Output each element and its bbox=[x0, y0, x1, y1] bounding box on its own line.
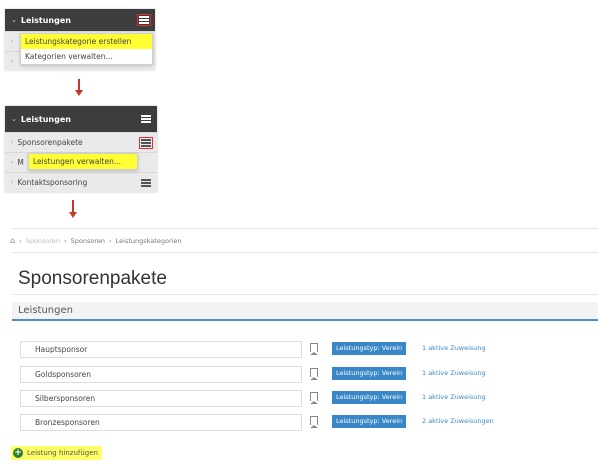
step2-header-title: Leistungen bbox=[20, 114, 71, 124]
breadcrumb-separator: › bbox=[19, 236, 22, 245]
step1-header: ⌄ Leistungen bbox=[5, 9, 155, 31]
bookmark-icon[interactable] bbox=[310, 392, 318, 404]
hamburger-menu-icon[interactable] bbox=[139, 136, 153, 149]
step1-header-title: Leistungen bbox=[20, 15, 71, 25]
step2-header: ⌄ Leistungen bbox=[5, 106, 157, 132]
breadcrumb-divider bbox=[12, 252, 598, 253]
home-icon[interactable]: ⌂ bbox=[10, 236, 15, 245]
service-name[interactable]: Goldsponsoren bbox=[20, 366, 302, 383]
chevron-right-icon: › bbox=[11, 179, 14, 186]
breadcrumb-item[interactable]: Sponsoren bbox=[71, 237, 105, 245]
menu-item-manage-services[interactable]: Leistungen verwalten... bbox=[29, 154, 137, 169]
service-type-badge[interactable]: Leistungstyp: Verein bbox=[332, 342, 407, 355]
chevron-down-icon: ⌄ bbox=[11, 16, 17, 24]
menu-item-create-category[interactable]: Leistungskategorie erstellen bbox=[21, 34, 152, 49]
add-service-label: Leistung hinzufügen bbox=[27, 449, 98, 457]
breadcrumb: ⌂ › Sponsoren › Sponsoren › Leistungskat… bbox=[10, 236, 182, 245]
page-title: Sponsorenpakete bbox=[18, 268, 167, 289]
step1-dropdown: Leistungskategorie erstellen Kategorien … bbox=[20, 33, 153, 65]
arrow-down-icon bbox=[69, 200, 77, 218]
assignment-link[interactable]: 2 aktive Zuweisungen bbox=[422, 415, 494, 428]
service-type-badge[interactable]: Leistungstyp: Verein bbox=[332, 391, 407, 404]
service-name[interactable]: Bronzesponsoren bbox=[20, 414, 302, 431]
breadcrumb-separator: › bbox=[109, 236, 112, 245]
service-row: Hauptsponsor Leistungstyp: Verein 1 akti… bbox=[20, 341, 598, 359]
hamburger-menu-icon[interactable] bbox=[141, 115, 151, 123]
top-divider bbox=[12, 228, 598, 229]
bookmark-icon[interactable] bbox=[310, 343, 318, 355]
service-row: Goldsponsoren Leistungstyp: Verein 1 akt… bbox=[20, 366, 598, 384]
service-row: Bronzesponsoren Leistungstyp: Verein 2 a… bbox=[20, 414, 598, 432]
chevron-right-icon: › bbox=[11, 38, 14, 45]
chevron-down-icon: ⌄ bbox=[11, 115, 17, 123]
bookmark-icon[interactable] bbox=[310, 368, 318, 380]
hamburger-menu-icon[interactable] bbox=[141, 178, 151, 187]
step2-dropdown: Leistungen verwalten... bbox=[28, 153, 138, 170]
assignment-link[interactable]: 1 aktive Zuweisung bbox=[422, 367, 486, 380]
bookmark-icon[interactable] bbox=[310, 416, 318, 428]
chevron-right-icon: › bbox=[11, 57, 14, 65]
breadcrumb-separator: › bbox=[64, 236, 67, 245]
category-row-sponsorenpakete[interactable]: › Sponsorenpakete bbox=[5, 132, 157, 152]
assignment-link[interactable]: 1 aktive Zuweisung bbox=[422, 342, 486, 355]
menu-item-manage-categories[interactable]: Kategorien verwalten... bbox=[21, 49, 152, 64]
category-label: Sponsorenpakete bbox=[17, 138, 83, 147]
breadcrumb-item[interactable]: Sponsoren bbox=[26, 237, 60, 245]
hamburger-menu-icon[interactable] bbox=[137, 14, 151, 26]
category-row-kontaktsponsoring[interactable]: › Kontaktsponsoring bbox=[5, 172, 157, 192]
service-row: Silbersponsoren Leistungstyp: Verein 1 a… bbox=[20, 390, 598, 408]
add-service-button[interactable]: + Leistung hinzufügen bbox=[11, 446, 102, 460]
title-divider bbox=[12, 294, 598, 295]
service-type-badge[interactable]: Leistungstyp: Verein bbox=[332, 415, 407, 428]
chevron-right-icon: › bbox=[11, 159, 14, 166]
service-name[interactable]: Hauptsponsor bbox=[20, 341, 302, 358]
breadcrumb-item: Leistungskategorien bbox=[115, 236, 182, 245]
arrow-down-icon bbox=[75, 79, 83, 96]
plus-circle-icon: + bbox=[13, 448, 23, 458]
service-type-badge[interactable]: Leistungstyp: Verein bbox=[332, 367, 407, 380]
service-name[interactable]: Silbersponsoren bbox=[20, 390, 302, 407]
category-label: Kontaktsponsoring bbox=[17, 178, 88, 187]
assignment-link[interactable]: 1 aktive Zuweisung bbox=[422, 391, 486, 404]
section-header: Leistungen bbox=[12, 302, 598, 321]
chevron-right-icon: › bbox=[11, 139, 14, 146]
step2-panel: ⌄ Leistungen › Sponsorenpakete › M › Kon… bbox=[5, 106, 157, 192]
